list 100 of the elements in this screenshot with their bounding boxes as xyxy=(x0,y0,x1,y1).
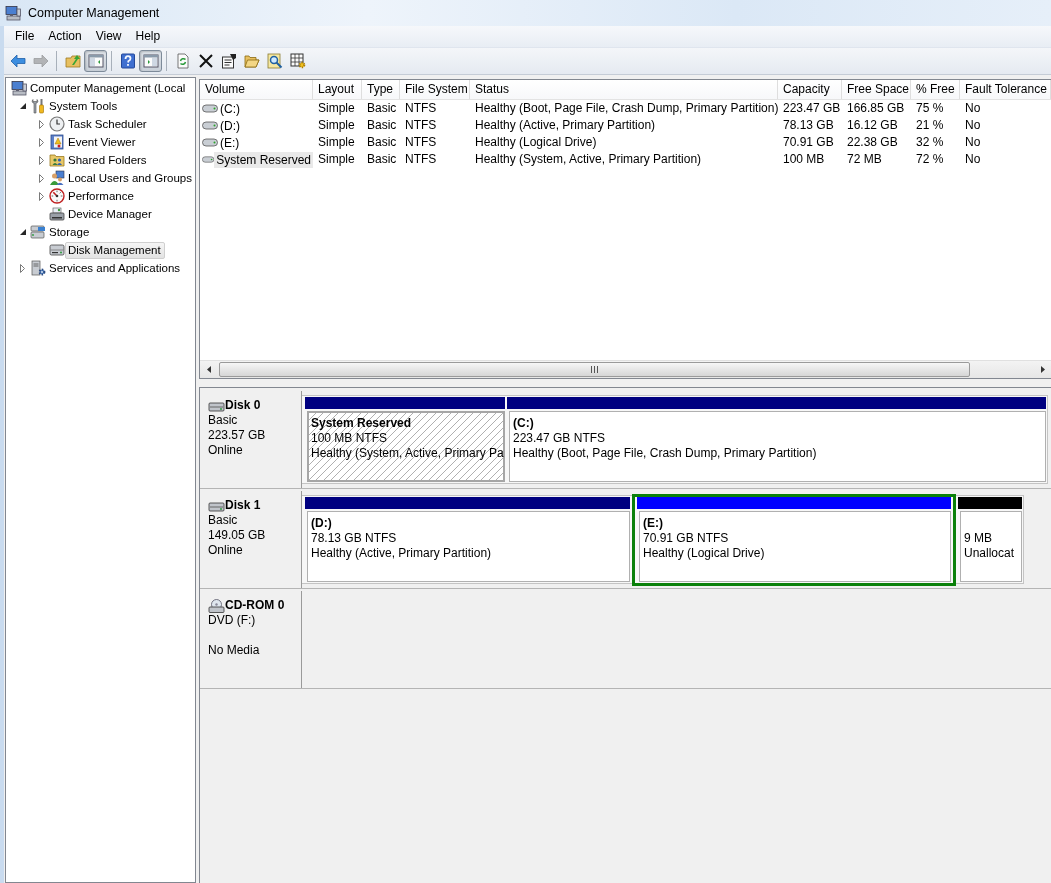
partition-size: 78.13 GB NTFS xyxy=(311,531,397,546)
tree-item[interactable]: Task Scheduler xyxy=(65,115,149,133)
collapsed-triangle-icon[interactable] xyxy=(39,191,44,201)
printer-icon xyxy=(49,206,65,222)
menu-item[interactable]: Action xyxy=(41,27,89,46)
expanded-triangle-icon[interactable] xyxy=(19,229,26,235)
shared-folder-icon xyxy=(49,152,65,168)
table-cell-text: No xyxy=(964,151,982,168)
disk-drive-icon xyxy=(49,242,65,258)
disk-size: 149.05 GB xyxy=(208,528,266,543)
table-cell-text: Healthy (System, Active, Primary Partition) xyxy=(474,151,703,168)
table-cell-text: NTFS xyxy=(404,100,438,117)
table-cell-text: 32 % xyxy=(915,134,945,151)
table-cell[interactable]: (D:) xyxy=(218,117,242,134)
table-cell-text: Basic xyxy=(366,100,398,117)
column-header[interactable]: Capacity xyxy=(778,80,842,99)
column-header[interactable]: Volume xyxy=(200,80,313,99)
table-cell-text: Simple xyxy=(317,151,356,168)
gauge-icon xyxy=(49,188,65,204)
table-cell-text: Simple xyxy=(317,100,356,117)
scrollbar-thumb[interactable] xyxy=(219,362,970,377)
partition-size: 9 MB xyxy=(964,531,992,546)
left-triangle-icon xyxy=(206,366,211,373)
drive-icon xyxy=(202,137,218,148)
tree-item[interactable]: Event Viewer xyxy=(65,133,138,151)
users-icon xyxy=(49,170,65,186)
table-cell-text: No xyxy=(964,100,982,117)
tree-item[interactable]: Local Users and Groups xyxy=(65,169,194,187)
table-cell-text: NTFS xyxy=(404,134,438,151)
partition-name: (C:) xyxy=(513,416,534,431)
partition-status: Healthy (Boot, Page File, Crash Dump, Primary Partition) xyxy=(513,446,817,461)
table-cell-text: 72 % xyxy=(915,151,945,168)
drive-icon xyxy=(202,120,218,131)
disk-type: DVD (F:) xyxy=(208,613,256,628)
disk-status: Online xyxy=(208,443,243,458)
menu-item[interactable]: View xyxy=(88,27,129,46)
partition-box[interactable]: (C:) 223.47 GB NTFS Healthy (Boot, Page File, Crash Dump, Primary Partition) xyxy=(509,411,1046,482)
column-header[interactable]: Status xyxy=(470,80,778,99)
drive-icon xyxy=(202,154,215,165)
computer-icon xyxy=(11,80,27,96)
collapsed-triangle-icon[interactable] xyxy=(39,119,44,129)
table-cell-text: Simple xyxy=(317,117,356,134)
tree-item[interactable]: Performance xyxy=(65,187,136,205)
partition-size: 70.91 GB NTFS xyxy=(643,531,729,546)
table-cell[interactable]: (C:) xyxy=(218,100,242,117)
tree-item[interactable]: System Tools xyxy=(46,97,120,115)
menu-item[interactable]: File xyxy=(8,27,42,46)
window-title: Computer Management xyxy=(28,6,160,20)
partition-status: Healthy (System, Active, Primary Pa xyxy=(311,446,504,461)
table-cell-text: 70.91 GB xyxy=(782,134,835,151)
partition-status: Healthy (Logical Drive) xyxy=(643,546,765,561)
table-cell-text: 223.47 GB xyxy=(782,100,842,117)
event-log-icon xyxy=(49,134,65,150)
table-cell-text: 21 % xyxy=(915,117,945,134)
column-header[interactable]: Type xyxy=(362,80,400,99)
partition-box[interactable]: (D:) 78.13 GB NTFS Healthy (Active, Primary Partition) xyxy=(307,511,630,582)
collapsed-triangle-icon[interactable] xyxy=(39,173,44,183)
collapsed-triangle-icon[interactable] xyxy=(39,155,44,165)
partition-size: 223.47 GB NTFS xyxy=(513,431,606,446)
right-triangle-icon xyxy=(1040,366,1045,373)
table-cell-text: No xyxy=(964,117,982,134)
disk-size: 223.57 GB xyxy=(208,428,266,443)
horizontal-scrollbar[interactable] xyxy=(200,360,1051,378)
column-header[interactable]: Free Space xyxy=(842,80,911,99)
table-cell-text: 78.13 GB xyxy=(782,117,835,134)
table-cell-text: Basic xyxy=(366,134,398,151)
partition-box[interactable]: (E:) 70.91 GB NTFS Healthy (Logical Drive) xyxy=(639,511,951,582)
table-cell-text: Healthy (Logical Drive) xyxy=(474,134,598,151)
tree-item[interactable]: Disk Management xyxy=(65,241,165,259)
column-header[interactable]: Layout xyxy=(313,80,362,99)
table-cell-text: NTFS xyxy=(404,117,438,134)
partition-name: (D:) xyxy=(311,516,332,531)
table-cell-text: Basic xyxy=(366,117,398,134)
partition-status: Healthy (Active, Primary Partition) xyxy=(311,546,492,561)
table-cell-text: 16.12 GB xyxy=(846,117,899,134)
partition-box[interactable]: 9 MB Unallocat xyxy=(960,511,1022,582)
tree-item[interactable]: Services and Applications xyxy=(46,259,183,277)
disk-name: Disk 0 xyxy=(225,398,261,413)
table-cell-text: 22.38 GB xyxy=(846,134,899,151)
menu-item[interactable]: Help xyxy=(128,27,168,46)
cd-drive-icon xyxy=(208,598,225,613)
table-cell[interactable]: System Reserved xyxy=(214,151,313,168)
tree-item[interactable]: Computer Management (Local xyxy=(27,79,188,97)
expanded-triangle-icon[interactable] xyxy=(19,103,26,109)
column-header[interactable]: Fault Tolerance xyxy=(960,80,1051,99)
partition-name: (E:) xyxy=(643,516,663,531)
column-header[interactable]: % Free xyxy=(911,80,960,99)
column-header[interactable]: File System xyxy=(400,80,470,99)
tree-item[interactable]: Device Manager xyxy=(65,205,154,223)
partition-box[interactable]: System Reserved 100 MB NTFS Healthy (System, Active, Primary Pa xyxy=(307,411,505,482)
tree-item[interactable]: Storage xyxy=(46,223,92,241)
table-cell-text: 100 MB xyxy=(782,151,826,168)
storage-icon xyxy=(30,224,46,240)
tree-item[interactable]: Shared Folders xyxy=(65,151,149,169)
disk-name: CD-ROM 0 xyxy=(225,598,285,613)
clock-icon xyxy=(49,116,65,132)
table-cell-text: 166.85 GB xyxy=(846,100,906,117)
collapsed-triangle-icon[interactable] xyxy=(39,137,44,147)
collapsed-triangle-icon[interactable] xyxy=(20,263,25,273)
table-cell[interactable]: (E:) xyxy=(218,134,242,151)
